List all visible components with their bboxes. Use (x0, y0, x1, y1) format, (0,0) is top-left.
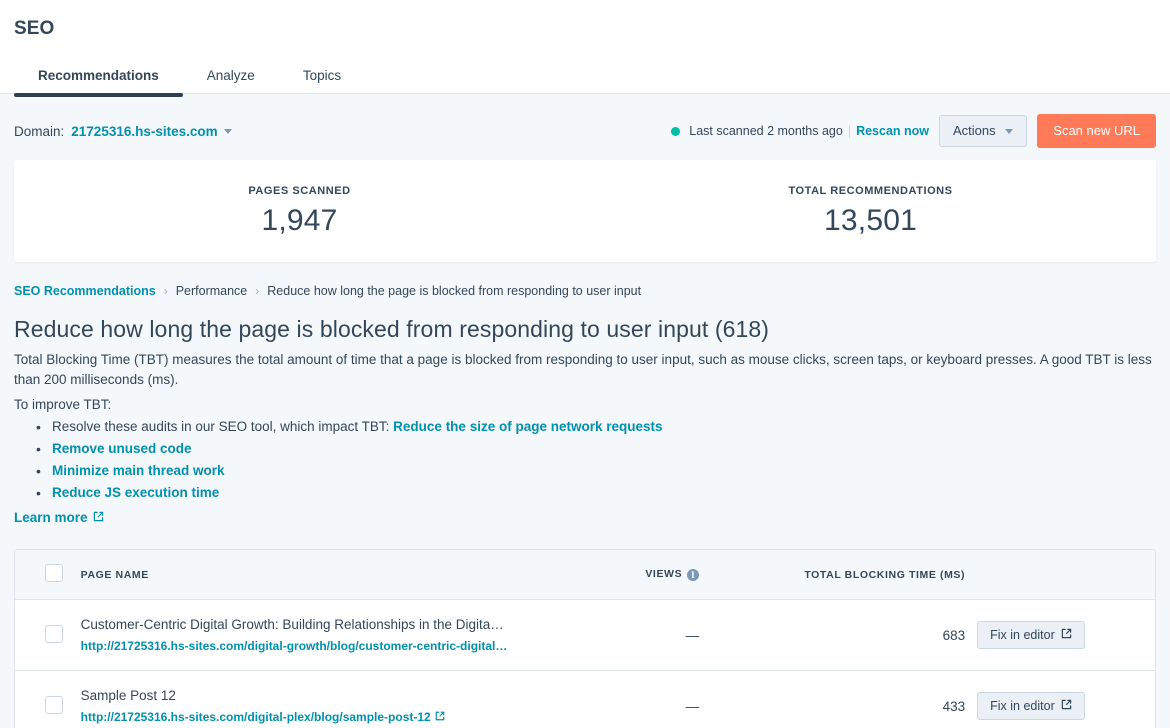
row-select-cell (15, 671, 81, 728)
row-page-cell: Sample Post 12 http://21725316.hs-sites.… (81, 671, 554, 728)
tab-recommendations[interactable]: Recommendations (14, 68, 183, 97)
improve-intro: To improve TBT: (14, 397, 112, 412)
actions-button-label: Actions (953, 123, 996, 138)
table-header-select-all (15, 550, 81, 600)
stat-pages-scanned: PAGES SCANNED 1,947 (14, 185, 585, 238)
recommendation-title: Reduce how long the page is blocked from… (14, 316, 770, 342)
list-item: Remove unused code (36, 438, 1156, 460)
list-item: Resolve these audits in our SEO tool, wh… (36, 416, 1156, 438)
breadcrumb: SEO Recommendations › Performance › Redu… (0, 262, 1170, 298)
page-title: SEO (14, 18, 55, 39)
external-link-icon (435, 709, 445, 725)
stat-total-recommendations-label: TOTAL RECOMMENDATIONS (788, 184, 953, 197)
table-body: Customer-Centric Digital Growth: Buildin… (15, 599, 1155, 728)
pages-table-element: PAGE NAME VIEWS i TOTAL BLOCKING TIME (MS… (15, 550, 1155, 728)
row-tbt: 433 (942, 698, 966, 714)
row-checkbox[interactable] (45, 695, 63, 714)
link-reduce-network-requests[interactable]: Reduce the size of page network requests (393, 419, 662, 434)
pages-table: PAGE NAME VIEWS i TOTAL BLOCKING TIME (MS… (14, 549, 1156, 728)
tab-recommendations-label: Recommendations (38, 68, 159, 83)
table-row: Customer-Centric Digital Growth: Buildin… (15, 599, 1155, 671)
row-tbt: 683 (711, 599, 978, 671)
improve-list: Resolve these audits in our SEO tool, wh… (14, 416, 1156, 504)
domain-label: Domain: (14, 123, 65, 139)
row-views: — (685, 698, 700, 714)
row-page-url-text: http://21725316.hs-sites.com/digital-gro… (80, 639, 508, 653)
stat-total-recommendations: TOTAL RECOMMENDATIONS 13,501 (585, 185, 1156, 238)
table-header-tbt-label: TOTAL BLOCKING TIME (MS) (804, 568, 966, 581)
row-views: — (553, 599, 712, 671)
link-remove-unused-code[interactable]: Remove unused code (52, 441, 192, 456)
recommendation-detail: Reduce how long the page is blocked from… (0, 316, 1170, 527)
stat-total-recommendations-value: 13,501 (824, 203, 917, 237)
fix-in-editor-button[interactable]: Fix in editor (977, 621, 1085, 649)
rescan-now-link[interactable]: Rescan now (856, 124, 929, 138)
link-minimize-main-thread-work[interactable]: Minimize main thread work (52, 463, 225, 478)
row-page-name: Customer-Centric Digital Growth: Buildin… (80, 617, 504, 632)
summary-stats-card: PAGES SCANNED 1,947 TOTAL RECOMMENDATION… (14, 160, 1156, 262)
table-header-views-label: VIEWS (645, 568, 683, 580)
stat-pages-scanned-label: PAGES SCANNED (248, 184, 351, 197)
chevron-down-icon (1005, 129, 1014, 135)
fix-in-editor-label: Fix in editor (990, 628, 1055, 642)
table-header-views: VIEWS i (553, 550, 712, 600)
tab-analyze-label: Analyze (206, 68, 255, 83)
scan-status: Last scanned 2 months ago | Rescan now (671, 124, 929, 138)
stat-pages-scanned-value: 1,947 (261, 203, 338, 237)
tab-bar: Recommendations Analyze Topics (0, 54, 1170, 97)
tab-analyze[interactable]: Analyze (183, 68, 279, 96)
tab-topics[interactable]: Topics (279, 68, 365, 96)
row-action-cell: Fix in editor (977, 599, 1155, 671)
external-link-icon (1061, 628, 1072, 642)
breadcrumb-seo-recommendations[interactable]: SEO Recommendations (14, 284, 156, 298)
row-page-url[interactable]: http://21725316.hs-sites.com/digital-gro… (81, 638, 508, 654)
domain-value[interactable]: 21725316.hs-sites.com (71, 124, 217, 139)
learn-more-link[interactable]: Learn more (14, 510, 104, 525)
domain-toolbar: Domain: 21725316.hs-sites.com Last scann… (0, 94, 1170, 150)
row-checkbox[interactable] (45, 624, 63, 643)
table-header-page-name-label: PAGE NAME (80, 568, 149, 581)
status-separator: | (847, 124, 852, 138)
table-row: Sample Post 12 http://21725316.hs-sites.… (15, 671, 1155, 728)
scan-new-url-button[interactable]: Scan new URL (1037, 114, 1156, 148)
fix-in-editor-label: Fix in editor (990, 699, 1055, 713)
info-icon[interactable]: i (687, 569, 700, 581)
domain-actions: Last scanned 2 months ago | Rescan now A… (671, 114, 1156, 148)
table-head: PAGE NAME VIEWS i TOTAL BLOCKING TIME (MS… (15, 550, 1155, 600)
table-header-row: PAGE NAME VIEWS i TOTAL BLOCKING TIME (MS… (15, 550, 1155, 600)
breadcrumb-separator-icon: › (163, 284, 168, 298)
tab-topics-label: Topics (302, 68, 342, 83)
row-page-name: Sample Post 12 (80, 688, 176, 703)
row-page-cell: Customer-Centric Digital Growth: Buildin… (80, 599, 554, 671)
domain-selector[interactable]: Domain: 21725316.hs-sites.com (14, 124, 232, 139)
chevron-down-icon[interactable] (223, 128, 232, 134)
status-dot-icon (671, 126, 681, 136)
row-select-cell (15, 599, 81, 671)
actions-button[interactable]: Actions (939, 115, 1028, 147)
table-header-page-name: PAGE NAME (80, 550, 554, 600)
bullet-prefix-text: Resolve these audits in our SEO tool, wh… (52, 419, 394, 434)
breadcrumb-separator-icon: › (255, 284, 260, 298)
table-header-tbt: TOTAL BLOCKING TIME (MS) (711, 550, 978, 600)
breadcrumb-performance[interactable]: Performance (176, 284, 248, 298)
external-link-icon (1061, 699, 1072, 713)
fix-in-editor-button[interactable]: Fix in editor (977, 692, 1085, 720)
row-page-url-text: http://21725316.hs-sites.com/digital-ple… (80, 710, 431, 724)
row-page-url[interactable]: http://21725316.hs-sites.com/digital-ple… (81, 709, 445, 725)
link-reduce-js-execution-time[interactable]: Reduce JS execution time (52, 485, 219, 500)
recommendation-description: Total Blocking Time (TBT) measures the t… (14, 352, 1152, 387)
external-link-icon (93, 510, 104, 525)
breadcrumb-current: Reduce how long the page is blocked from… (267, 284, 642, 298)
select-all-checkbox[interactable] (45, 564, 63, 582)
scan-new-url-label: Scan new URL (1053, 123, 1140, 138)
list-item: Minimize main thread work (36, 460, 1156, 482)
table-header-actions (977, 550, 1155, 600)
learn-more-label: Learn more (14, 510, 88, 525)
last-scanned-text: Last scanned 2 months ago (689, 124, 843, 138)
row-action-cell: Fix in editor (977, 671, 1155, 728)
list-item: Reduce JS execution time (36, 482, 1156, 504)
app-header: SEO Recommendations Analyze Topics (0, 0, 1170, 97)
